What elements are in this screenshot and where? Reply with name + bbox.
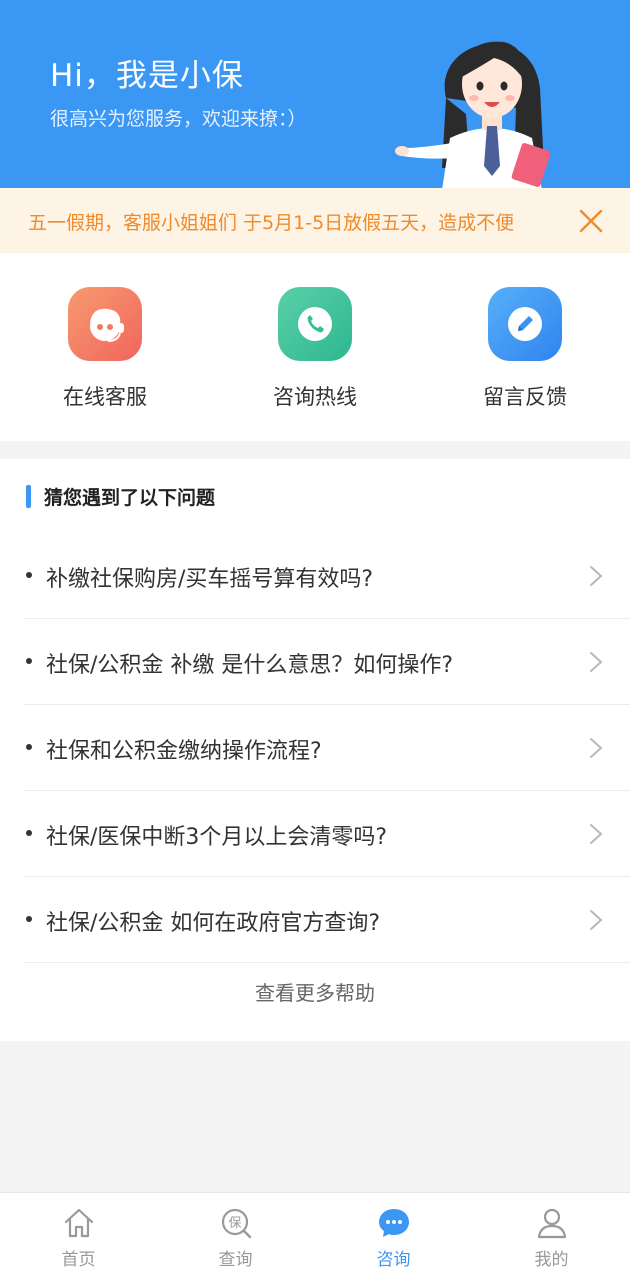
bullet-dot (26, 916, 32, 922)
tab-label: 首页 (61, 1250, 96, 1270)
phone-icon (278, 287, 352, 361)
bottom-tab-bar: 首页 保 查询 咨询 我的 (0, 1192, 630, 1280)
greeting-subtitle: 很高兴为您服务，欢迎来撩：） (50, 108, 307, 130)
chat-bubble-icon (378, 1209, 409, 1237)
faq-item[interactable]: 社保和公积金缴纳操作流程? (24, 705, 630, 791)
faq-question: 社保和公积金缴纳操作流程? (46, 739, 322, 764)
service-hotline[interactable]: 咨询热线 (235, 287, 395, 417)
tab-label: 我的 (534, 1250, 569, 1270)
chevron-right-icon (590, 566, 603, 586)
chevron-right-icon (590, 910, 603, 930)
tab-query[interactable]: 保 查询 (157, 1193, 314, 1280)
faq-section: 猜您遇到了以下问题 补缴社保购房/买车摇号算有效吗? 社保/公积金 补缴 是什么… (0, 459, 630, 1041)
service-feedback[interactable]: 留言反馈 (445, 287, 605, 417)
home-icon (64, 1208, 93, 1238)
faq-question: 社保/医保中断3个月以上会清零吗? (46, 825, 388, 850)
faq-question: 社保/公积金 如何在政府官方查询? (46, 911, 381, 936)
service-label: 留言反馈 (483, 385, 567, 409)
bao-search-icon: 保 (221, 1208, 251, 1239)
header-banner: Hi，我是小保 很高兴为您服务，欢迎来撩：） (0, 0, 630, 188)
faq-item[interactable]: 社保/公积金 补缴 是什么意思？如何操作? (24, 619, 630, 705)
service-label: 咨询热线 (273, 385, 357, 409)
notice-bar: 五一假期，客服小姐姐们 于5月1-5日放假五天，造成不便 (0, 188, 630, 253)
tab-consult[interactable]: 咨询 (315, 1193, 472, 1280)
section-accent-bar (26, 484, 31, 508)
chevron-right-icon (590, 738, 603, 758)
svg-text:保: 保 (228, 1216, 241, 1231)
user-icon (537, 1208, 566, 1239)
faq-question: 社保/公积金 补缴 是什么意思？如何操作? (46, 653, 454, 678)
faq-item[interactable]: 社保/医保中断3个月以上会清零吗? (24, 791, 630, 877)
tab-home[interactable]: 首页 (0, 1193, 157, 1280)
faq-item[interactable]: 补缴社保购房/买车摇号算有效吗? (24, 533, 630, 619)
chevron-right-icon (590, 824, 603, 844)
bullet-dot (26, 572, 32, 578)
tab-mine[interactable]: 我的 (473, 1193, 630, 1280)
assistant-mascot-illustration (395, 41, 551, 188)
service-label: 在线客服 (63, 385, 147, 409)
tab-label: 查询 (218, 1250, 253, 1270)
service-online-chat[interactable]: 在线客服 (25, 287, 185, 417)
close-icon[interactable] (576, 206, 606, 236)
bullet-dot (26, 658, 32, 664)
faq-question: 补缴社保购房/买车摇号算有效吗? (46, 567, 374, 592)
edit-pen-icon (488, 287, 562, 361)
greeting-title: Hi，我是小保 (50, 58, 244, 94)
service-entries: 在线客服 咨询热线 留言反馈 (0, 253, 630, 441)
faq-title: 猜您遇到了以下问题 (44, 486, 216, 509)
chevron-right-icon (590, 652, 603, 672)
more-help-link[interactable]: 查看更多帮助 (0, 977, 630, 1006)
bullet-dot (26, 744, 32, 750)
faq-header: 猜您遇到了以下问题 (26, 483, 215, 509)
bullet-dot (26, 830, 32, 836)
robot-agent-icon (68, 287, 142, 361)
tab-label: 咨询 (376, 1250, 411, 1270)
faq-item[interactable]: 社保/公积金 如何在政府官方查询? (24, 877, 630, 963)
notice-text: 五一假期，客服小姐姐们 于5月1-5日放假五天，造成不便 (28, 212, 515, 234)
